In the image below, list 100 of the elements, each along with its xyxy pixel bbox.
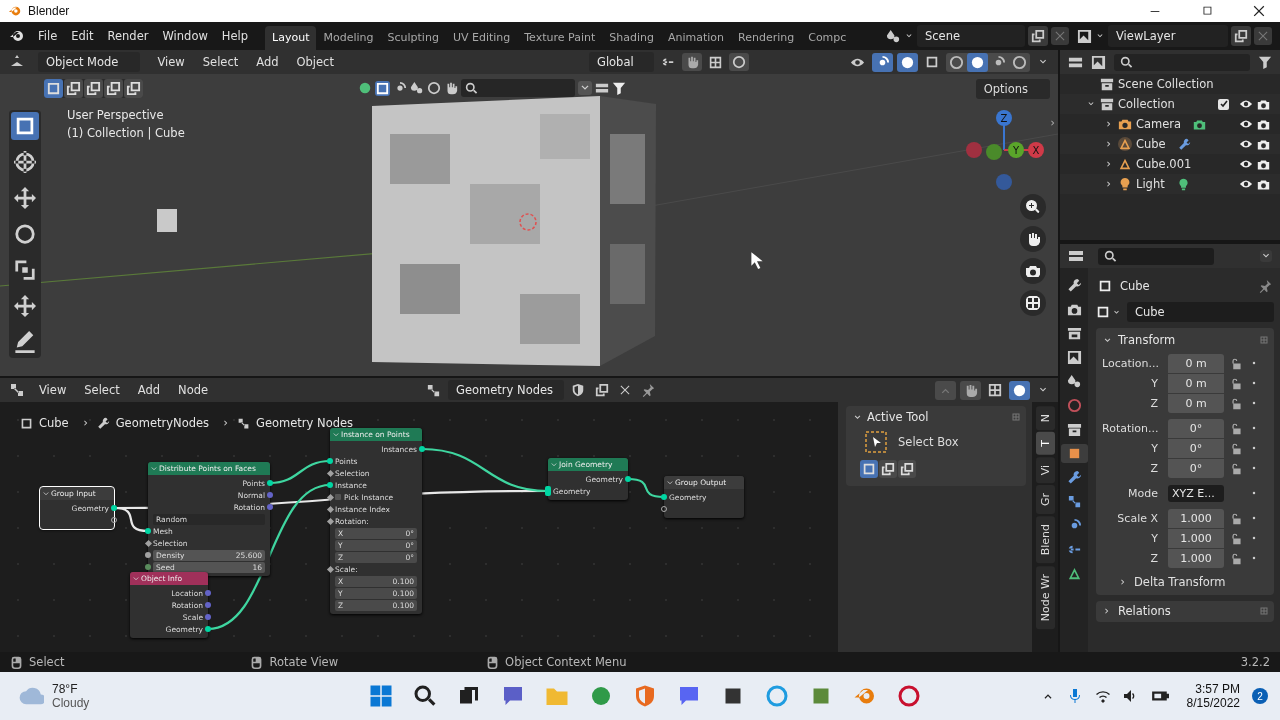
select-mode-icon[interactable] [104, 79, 123, 98]
select-mode-icon[interactable] [860, 460, 878, 478]
node-socket[interactable] [326, 493, 334, 501]
select-mode-icon[interactable] [879, 460, 897, 478]
tree-item[interactable]: Scene Collection [1118, 77, 1214, 91]
workspace-tab[interactable]: Modeling [316, 26, 381, 50]
overlay-icon[interactable] [1009, 380, 1030, 400]
number-field[interactable]: 1.000 [1168, 508, 1224, 528]
lock-icon[interactable] [1230, 396, 1243, 410]
axis-handle[interactable] [1008, 142, 1024, 158]
node-socket[interactable] [145, 528, 151, 534]
hand-icon[interactable] [1020, 226, 1046, 252]
sidebar-tab[interactable]: T [1035, 432, 1055, 455]
node-socket[interactable] [327, 458, 333, 464]
node-socket[interactable] [111, 505, 117, 511]
workspace-tab[interactable]: Rendering [731, 26, 802, 50]
node-socket[interactable] [267, 504, 273, 510]
node-socket[interactable] [326, 517, 334, 525]
select-mode-icon[interactable] [898, 460, 916, 478]
wrench-icon[interactable] [1177, 137, 1191, 151]
cube-icon[interactable] [358, 81, 372, 95]
object-name-field[interactable]: Cube [1127, 302, 1274, 322]
camera-icon[interactable] [1257, 97, 1270, 111]
camera-icon[interactable] [1193, 117, 1207, 131]
axis-handle[interactable] [1028, 142, 1044, 158]
number-field[interactable]: 1.000 [1168, 548, 1224, 568]
breadcrumb[interactable]: Cube [39, 416, 69, 430]
pin-icon[interactable] [1258, 279, 1272, 293]
number-field[interactable]: 0 m [1168, 373, 1224, 393]
sidebar-tab[interactable]: Node Wr [1035, 565, 1055, 629]
menu-item[interactable]: Add [249, 55, 286, 69]
menu-item[interactable]: Add [130, 383, 168, 397]
gizmo-icon[interactable] [872, 52, 893, 72]
menu-item[interactable]: Select [77, 383, 127, 397]
clock-date[interactable]: 8/15/2022 [1186, 696, 1240, 710]
mode-dropdown[interactable]: Object Mode [38, 52, 141, 72]
breadcrumb[interactable]: GeometryNodes [115, 416, 210, 430]
properties-tab[interactable] [1060, 444, 1088, 463]
relations-panel[interactable]: Relations [1096, 601, 1274, 622]
tree-item[interactable]: Camera [1136, 117, 1182, 131]
navigation-gizmo[interactable]: Z Y X [966, 108, 1046, 198]
menu-item[interactable]: View [32, 383, 74, 397]
axis-handle[interactable] [996, 174, 1012, 190]
copy-icon[interactable] [1028, 26, 1048, 46]
camera-icon[interactable] [1257, 117, 1270, 131]
menu-item[interactable]: Window [155, 29, 215, 43]
filter-icon[interactable] [1258, 55, 1272, 69]
lock-icon[interactable] [1230, 376, 1243, 390]
menu-item[interactable]: View [150, 55, 192, 69]
view-layer-icon[interactable] [1091, 54, 1106, 70]
node-socket[interactable] [205, 614, 211, 620]
grip-icon[interactable] [1260, 336, 1268, 344]
node-socket[interactable] [545, 486, 551, 496]
select-mode-icon[interactable] [124, 79, 143, 98]
menu-item[interactable]: File [31, 29, 65, 43]
camera-icon[interactable] [1257, 137, 1270, 151]
search-field[interactable] [1114, 53, 1250, 71]
workspace-tab[interactable]: Layout [265, 26, 317, 50]
select-mode-icon[interactable] [64, 79, 83, 98]
node-socket[interactable] [267, 480, 273, 486]
lock-icon[interactable] [1230, 531, 1243, 545]
node-socket[interactable] [205, 602, 211, 608]
editor-type-icon[interactable] [1068, 248, 1084, 264]
node-tree-field[interactable]: Geometry Nodes [448, 380, 565, 400]
grip-icon[interactable] [1260, 607, 1268, 615]
tree-item[interactable]: Light [1136, 177, 1165, 191]
menu-item[interactable]: Object [289, 55, 341, 69]
search-field[interactable] [1098, 247, 1214, 265]
workspace-tab[interactable]: Animation [660, 26, 732, 50]
workspace-tab[interactable]: Shading [602, 26, 661, 50]
menu-item[interactable]: Render [100, 29, 156, 43]
axis-handle[interactable] [996, 110, 1012, 126]
lock-icon[interactable] [1230, 356, 1243, 370]
camera-icon[interactable] [1257, 177, 1270, 191]
sidebar-tab[interactable]: Blend [1035, 516, 1055, 564]
panel-title[interactable]: Delta Transform [1134, 575, 1226, 589]
node-socket[interactable] [145, 552, 151, 558]
wifi-icon[interactable] [1094, 688, 1111, 704]
checkbox[interactable] [1218, 98, 1229, 110]
menu-item[interactable]: Select [195, 55, 246, 69]
search-icon[interactable] [413, 684, 437, 708]
close-icon[interactable] [1252, 4, 1266, 18]
options-dropdown[interactable]: Options [975, 79, 1050, 99]
number-field[interactable]: 0° [1168, 438, 1224, 458]
node-socket[interactable] [205, 626, 211, 632]
search-field[interactable] [461, 79, 575, 97]
number-field[interactable]: 1.000 [1168, 528, 1224, 548]
camera-icon[interactable] [1020, 258, 1046, 284]
menu-item[interactable]: Node [171, 383, 216, 397]
lock-icon[interactable] [1230, 461, 1243, 475]
scene-field[interactable]: Scene [917, 25, 1025, 47]
node-socket[interactable] [326, 505, 334, 513]
cube-drawing[interactable] [372, 96, 656, 366]
mode-dropdown[interactable]: XYZ E... [1168, 484, 1224, 502]
workspace-tab[interactable]: Compc [801, 26, 854, 50]
tree-item[interactable]: Cube.001 [1136, 157, 1192, 171]
overlay-icon[interactable] [897, 52, 918, 72]
sidebar-tab[interactable]: N [1035, 406, 1055, 431]
number-field[interactable]: 0 m [1168, 353, 1224, 373]
bulb-icon[interactable] [1176, 177, 1190, 191]
